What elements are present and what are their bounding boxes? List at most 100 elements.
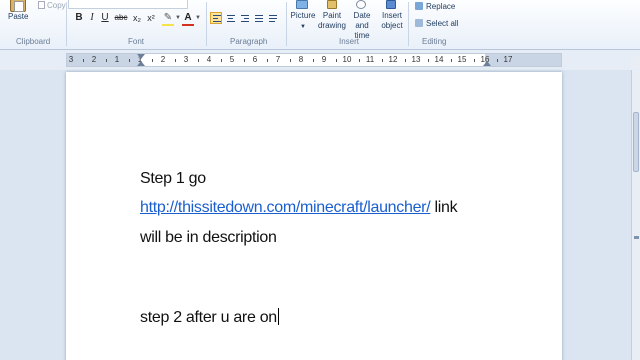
picture-button[interactable]: Picture ▼ [288, 11, 318, 32]
paragraph-settings-button[interactable] [266, 12, 278, 24]
ruler-tick [427, 59, 429, 62]
text-line-2[interactable]: http://thissitedown.com/minecraft/launch… [140, 199, 458, 217]
group-divider [66, 2, 67, 46]
paragraph-group-label: Paragraph [230, 37, 268, 46]
ruler-tick [151, 59, 153, 62]
ruler-tick [266, 59, 268, 62]
replace-label: Replace [426, 2, 456, 11]
select-all-icon [415, 19, 423, 27]
paint-label-2: drawing [317, 21, 346, 30]
align-left-button[interactable] [210, 12, 222, 24]
insert-object-icon [386, 0, 396, 9]
bold-button[interactable]: B [73, 12, 85, 24]
highlight-color-bar [162, 24, 174, 26]
datetime-label-1: Date and [353, 11, 371, 30]
subscript-button[interactable]: x₂ [131, 12, 143, 24]
ruler-label: 2 [160, 55, 166, 64]
left-indent-marker[interactable] [137, 61, 145, 66]
object-label-1: Insert [381, 11, 402, 20]
select-all-label: Select all [426, 19, 459, 28]
copy-button[interactable]: Copy [38, 1, 66, 10]
text-line-2-suffix: link [430, 199, 458, 216]
chevron-down-icon[interactable]: ▼ [175, 12, 181, 24]
ruler-label: 8 [298, 55, 304, 64]
chevron-down-icon[interactable]: ▼ [195, 12, 201, 24]
ruler-tick [381, 59, 383, 62]
object-label-2: object [381, 21, 403, 30]
text-line-1[interactable]: Step 1 go [140, 170, 206, 188]
align-center-button[interactable] [224, 12, 236, 24]
scrollbar-mark [634, 236, 639, 239]
ruler-tick [128, 59, 130, 62]
ruler-tick [404, 59, 406, 62]
replace-button[interactable]: Replace [415, 2, 455, 11]
copy-label: Copy [47, 1, 66, 10]
ruler-tick [358, 59, 360, 62]
clipboard-group-label: Clipboard [16, 37, 51, 46]
ribbon: Paste Copy Clipboard B I U abc x₂ x² ✎ ▼… [0, 0, 640, 50]
strikethrough-button[interactable]: abc [113, 12, 129, 24]
ruler-left-margin [67, 54, 141, 66]
superscript-button[interactable]: x² [145, 12, 157, 24]
ruler-tick [197, 59, 199, 62]
vertical-scrollbar[interactable] [631, 70, 640, 360]
ruler-tick [335, 59, 337, 62]
hyperlink[interactable]: http://thissitedown.com/minecraft/launch… [140, 199, 431, 216]
ruler-tick [82, 59, 84, 62]
scrollbar-thumb[interactable] [633, 112, 639, 172]
select-all-button[interactable]: Select all [415, 19, 458, 28]
ruler-tick [174, 59, 176, 62]
ruler-tick [105, 59, 107, 62]
ruler[interactable]: 3 2 1 1 2 3 4 5 6 7 8 9 10 11 12 13 14 15 16 17 [66, 53, 562, 67]
font-group-label: Font [128, 37, 145, 46]
ruler-label: 3 [68, 55, 74, 64]
copy-icon [38, 1, 45, 9]
ruler-label: 5 [229, 55, 235, 64]
text-line-4[interactable]: step 2 after u are on [140, 308, 279, 327]
ruler-label: 7 [275, 55, 281, 64]
paint-drawing-button[interactable]: Paint drawing [316, 11, 348, 31]
ruler-label: 17 [503, 55, 513, 64]
justify-button[interactable] [252, 12, 264, 24]
ruler-tick [312, 59, 314, 62]
ruler-label: 4 [206, 55, 212, 64]
replace-icon [415, 2, 423, 10]
insert-group-label: Insert [339, 37, 360, 46]
ruler-label: 12 [388, 55, 398, 64]
clock-icon [356, 0, 366, 9]
align-right-button[interactable] [238, 12, 250, 24]
group-divider [408, 2, 409, 46]
insert-object-button[interactable]: Insert object [377, 11, 407, 31]
picture-label: Picture [290, 11, 316, 20]
ruler-label: 6 [252, 55, 258, 64]
clipboard-icon [10, 0, 26, 12]
ruler-tick [473, 59, 475, 62]
font-color-button[interactable]: A [182, 12, 194, 24]
document-page[interactable]: Step 1 go http://thissitedown.com/minecr… [66, 72, 562, 360]
paint-drawing-icon [327, 0, 337, 9]
font-size-box[interactable] [68, 0, 188, 9]
ruler-tick [289, 59, 291, 62]
ruler-tick [243, 59, 245, 62]
italic-button[interactable]: I [86, 12, 98, 24]
ruler-tick [496, 59, 498, 62]
underline-button[interactable]: U [99, 12, 111, 24]
text-cursor [277, 308, 279, 325]
ruler-label: 13 [411, 55, 421, 64]
text-line-4-text: step 2 after u are on [140, 309, 277, 326]
font-color-bar [182, 24, 194, 26]
highlight-icon[interactable]: ✎ [162, 12, 174, 24]
ruler-label: 2 [91, 55, 97, 64]
ruler-label: 9 [321, 55, 327, 64]
ruler-label: 14 [434, 55, 444, 64]
right-indent-marker[interactable] [483, 61, 491, 66]
first-line-indent-marker[interactable] [137, 54, 145, 59]
picture-icon [296, 0, 308, 9]
ruler-tick [220, 59, 222, 62]
editing-group-label: Editing [422, 37, 447, 46]
ribbon-scroll-cap [631, 56, 640, 68]
ruler-label: 10 [342, 55, 352, 64]
text-line-3[interactable]: will be in description [140, 229, 277, 247]
ruler-label: 15 [457, 55, 467, 64]
ruler-tick [450, 59, 452, 62]
